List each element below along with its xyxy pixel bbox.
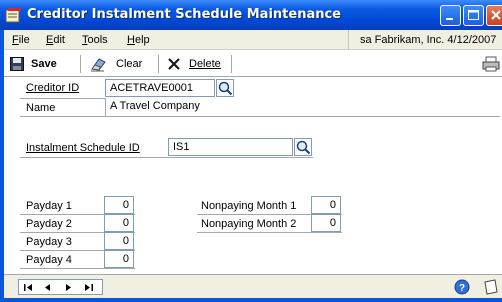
toolbar-separator: [158, 55, 159, 73]
payday-2-label: Payday 2: [26, 218, 72, 230]
row-divider: [20, 116, 500, 117]
close-button[interactable]: [486, 5, 502, 26]
menu-file-key: F: [12, 34, 19, 46]
clear-label: Clear: [116, 58, 143, 70]
eraser-icon: [91, 58, 106, 72]
magnifier-icon: [296, 140, 311, 155]
delete-x-icon: [168, 58, 180, 70]
menu-file-label: ile: [18, 34, 30, 46]
delete-button[interactable]: Delete: [167, 54, 221, 74]
save-button[interactable]: Save: [10, 54, 57, 74]
creditor-lookup-button[interactable]: [216, 79, 234, 97]
printer-icon: [482, 56, 500, 72]
menu-help[interactable]: Help: [127, 34, 150, 46]
client-area: File Edit Tools Help sa Fabrikam, Inc. 4…: [4, 30, 502, 298]
menu-tools[interactable]: Tools: [82, 34, 108, 46]
minimize-icon: [446, 18, 453, 20]
nonpaying-month-1-label: Nonpaying Month 1: [201, 200, 297, 212]
previous-record-icon[interactable]: [41, 282, 55, 293]
menu-divider: [348, 30, 349, 50]
session-info: sa Fabrikam, Inc. 4/12/2007: [360, 34, 497, 46]
close-icon: [491, 10, 501, 20]
toolbar-separator: [231, 55, 232, 73]
app-window: Creditor Instalment Schedule Maintenance…: [0, 0, 502, 302]
schedule-lookup-button[interactable]: [294, 138, 312, 156]
last-record-icon[interactable]: [81, 282, 95, 293]
schedule-id-field[interactable]: IS1: [168, 138, 293, 156]
payday-4-label: Payday 4: [26, 254, 72, 266]
title-bar[interactable]: Creditor Instalment Schedule Maintenance: [0, 0, 502, 30]
status-bar: ?: [4, 274, 502, 298]
nonpaying-month-2-label: Nonpaying Month 2: [201, 218, 297, 230]
delete-label: Delete: [189, 58, 221, 70]
maximize-icon: [468, 10, 479, 20]
svg-text:?: ?: [459, 283, 465, 294]
help-icon[interactable]: ?: [454, 279, 470, 295]
window-title: Creditor Instalment Schedule Maintenance: [27, 7, 341, 22]
creditor-id-label[interactable]: Creditor ID: [26, 82, 79, 94]
clear-button[interactable]: Clear: [90, 54, 142, 74]
form-area: Creditor ID ACETRAVE0001 Name A Travel C…: [4, 78, 502, 274]
name-label: Name: [26, 102, 56, 114]
save-icon: [10, 57, 24, 71]
schedule-id-label[interactable]: Instalment Schedule ID: [26, 142, 140, 154]
payday-4-field[interactable]: 0: [104, 250, 134, 268]
menu-tools-label: ools: [87, 34, 108, 46]
next-record-icon[interactable]: [61, 282, 75, 293]
menu-help-label: elp: [134, 34, 150, 46]
row-divider: [197, 232, 342, 233]
payday-2-field[interactable]: 0: [104, 214, 134, 232]
nonpaying-month-1-field[interactable]: 0: [311, 196, 341, 214]
toolbar: Save Clear Delete: [4, 51, 502, 77]
save-label: Save: [31, 58, 57, 70]
app-icon: [5, 8, 21, 23]
payday-3-label: Payday 3: [26, 236, 72, 248]
payday-1-label: Payday 1: [26, 200, 72, 212]
menu-file[interactable]: File: [12, 34, 30, 46]
note-icon[interactable]: [482, 279, 500, 295]
payday-3-field[interactable]: 0: [104, 232, 134, 250]
row-divider: [20, 157, 313, 158]
print-button[interactable]: [482, 54, 500, 74]
toolbar-separator: [80, 55, 81, 73]
magnifier-icon: [218, 81, 233, 96]
menu-bar: File Edit Tools Help sa Fabrikam, Inc. 4…: [4, 30, 502, 50]
row-divider: [20, 268, 135, 269]
creditor-id-field[interactable]: ACETRAVE0001: [105, 79, 215, 97]
menu-edit-label: dit: [53, 34, 65, 46]
maximize-button[interactable]: [463, 5, 484, 26]
minimize-button[interactable]: [440, 5, 461, 26]
menu-edit[interactable]: Edit: [46, 34, 65, 46]
first-record-icon[interactable]: [22, 282, 36, 293]
name-field[interactable]: A Travel Company: [105, 98, 500, 116]
menu-help-key: H: [127, 34, 135, 46]
record-navigator: [18, 279, 103, 295]
nonpaying-month-2-field[interactable]: 0: [311, 214, 341, 232]
payday-1-field[interactable]: 0: [104, 196, 134, 214]
